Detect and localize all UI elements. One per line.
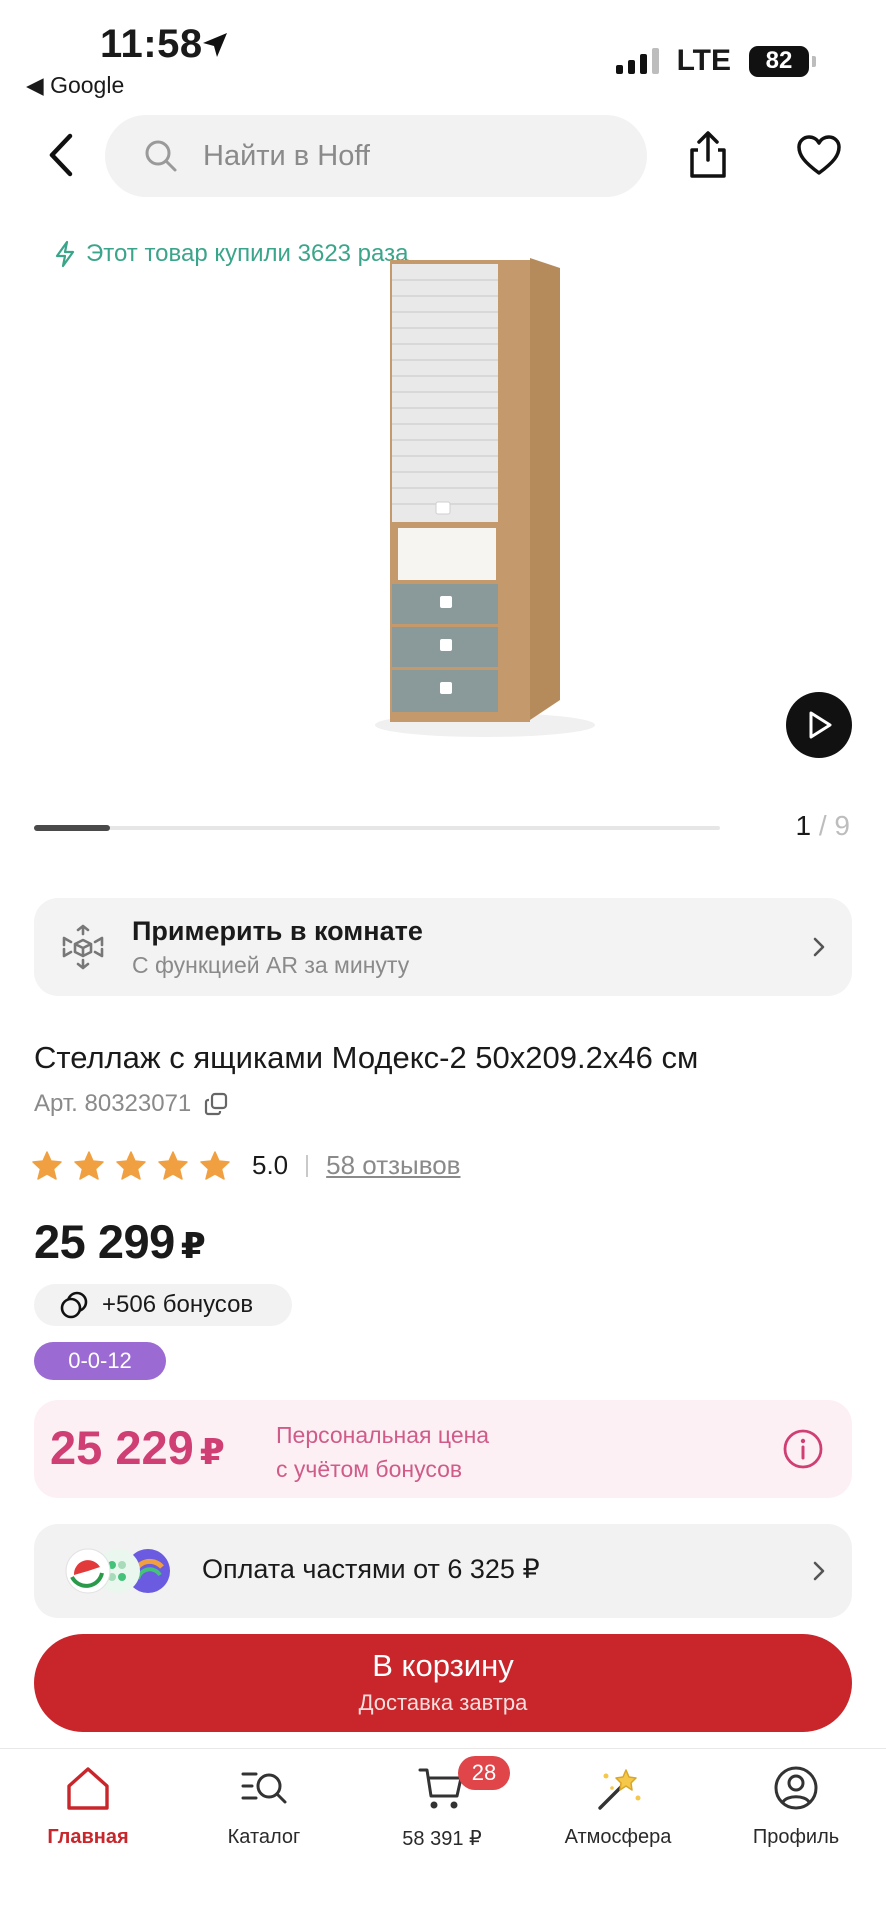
play-icon bbox=[809, 711, 832, 739]
search-icon bbox=[145, 140, 177, 172]
delivery-label: Доставка завтра bbox=[358, 1690, 528, 1715]
network-type: LTE bbox=[676, 44, 731, 77]
personal-price-caption: Персональная цена с учётом бонусов bbox=[276, 1418, 489, 1486]
location-arrow-icon bbox=[203, 33, 227, 57]
favorite-heart-icon[interactable] bbox=[796, 134, 842, 176]
purchased-count-label: Этот товар купили 3623 раза bbox=[54, 240, 408, 268]
search-input[interactable]: Найти в Hoff bbox=[105, 115, 647, 197]
ar-try-on-card[interactable] bbox=[34, 898, 852, 996]
info-icon[interactable] bbox=[782, 1428, 824, 1470]
personal-price-currency: ₽ bbox=[199, 1431, 225, 1472]
tab-profile-label: Профиль bbox=[752, 1826, 840, 1848]
personal-price-line1: Персональная цена bbox=[276, 1422, 490, 1448]
home-icon bbox=[67, 1767, 109, 1810]
chevron-right-icon bbox=[813, 1561, 825, 1581]
personal-price: 25 229 ₽ bbox=[50, 1420, 225, 1475]
product-rating: 5.0 58 отзывов bbox=[32, 1150, 461, 1181]
status-indicators: LTE 82 bbox=[615, 44, 816, 78]
bonus-pill[interactable]: +506 бонусов bbox=[34, 1284, 292, 1326]
ar-title: Примерить в комнате bbox=[132, 916, 423, 946]
tab-atmosphere[interactable]: Атмосфера bbox=[538, 1764, 698, 1849]
star-icon bbox=[158, 1151, 188, 1180]
bonus-rings-icon bbox=[60, 1291, 88, 1319]
price-currency: ₽ bbox=[180, 1225, 206, 1266]
gallery-pager: 1 / 9 bbox=[796, 810, 851, 842]
pager-current: 1 bbox=[795, 810, 812, 841]
battery-icon: 82 bbox=[749, 45, 816, 77]
bonus-text: +506 бонусов bbox=[102, 1291, 254, 1318]
product-price: 25 299 ₽ bbox=[34, 1214, 206, 1269]
pager-total: 9 bbox=[834, 810, 850, 841]
product-article: Арт. 80323071 bbox=[34, 1090, 229, 1118]
payment-partners-icon bbox=[65, 1548, 170, 1594]
split-payment-text: Оплата частями от 6 325 ₽ bbox=[202, 1554, 540, 1584]
tab-catalog[interactable]: Каталог bbox=[184, 1764, 344, 1849]
magic-wand-icon bbox=[598, 1769, 641, 1810]
ar-subtitle: С функцией AR за минуту bbox=[132, 952, 410, 978]
back-to-google-link[interactable]: ◀ Google bbox=[26, 72, 124, 99]
tab-profile[interactable]: Профиль bbox=[716, 1764, 876, 1849]
ar-cube-icon bbox=[62, 924, 104, 970]
rating-divider bbox=[306, 1154, 309, 1177]
cart-count-badge: 28 bbox=[458, 1756, 510, 1790]
installment-badge[interactable]: 0-0-12 bbox=[34, 1342, 166, 1380]
pager-separator: / bbox=[818, 810, 827, 841]
status-time: 11:58 bbox=[100, 22, 203, 66]
personal-price-value: 25 229 bbox=[50, 1421, 194, 1474]
back-icon[interactable] bbox=[40, 130, 82, 180]
signal-icon bbox=[615, 48, 659, 74]
lightning-icon bbox=[55, 240, 75, 268]
product-image[interactable] bbox=[360, 250, 600, 745]
personal-price-line2: с учётом бонусов bbox=[276, 1456, 463, 1482]
gallery-progress-track bbox=[34, 826, 720, 830]
star-icon bbox=[32, 1151, 62, 1180]
star-icon bbox=[116, 1151, 146, 1180]
product-title: Стеллаж с ящиками Модекс-2 50x209.2x46 с… bbox=[34, 1040, 699, 1075]
catalog-search-icon bbox=[241, 1772, 287, 1804]
reviews-link[interactable]: 58 отзывов bbox=[326, 1150, 460, 1181]
tab-home-label: Главная bbox=[47, 1826, 129, 1848]
tab-home[interactable]: Главная bbox=[8, 1764, 168, 1849]
search-placeholder: Найти в Hoff bbox=[203, 139, 370, 172]
gallery-progress-fill bbox=[34, 825, 110, 831]
play-video-button[interactable] bbox=[786, 692, 852, 758]
tab-cart-label: 58 391 ₽ bbox=[402, 1828, 482, 1850]
chevron-right-icon bbox=[813, 937, 825, 957]
rating-value: 5.0 bbox=[252, 1150, 289, 1180]
article-number: Арт. 80323071 bbox=[34, 1090, 192, 1117]
share-icon[interactable] bbox=[686, 130, 730, 180]
profile-icon bbox=[774, 1766, 818, 1810]
copy-icon[interactable] bbox=[203, 1091, 229, 1117]
rating-stars bbox=[32, 1151, 230, 1180]
star-icon bbox=[74, 1151, 104, 1180]
star-icon bbox=[200, 1151, 230, 1180]
battery-level: 82 bbox=[749, 45, 809, 77]
add-to-cart-label: В корзину bbox=[372, 1648, 514, 1683]
add-to-cart-button[interactable]: В корзину Доставка завтра bbox=[34, 1634, 852, 1732]
price-value: 25 299 bbox=[34, 1215, 175, 1268]
tab-catalog-label: Каталог bbox=[227, 1826, 301, 1848]
tab-atmosphere-label: Атмосфера bbox=[564, 1826, 672, 1848]
